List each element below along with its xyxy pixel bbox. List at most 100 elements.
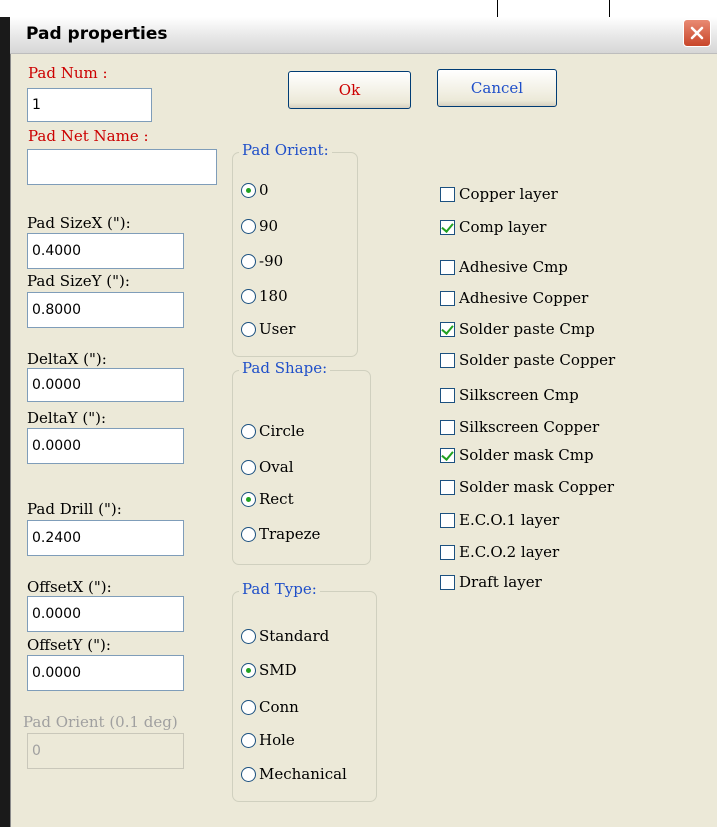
- background-window-edge: [497, 0, 498, 17]
- radio-label: Trapeze: [259, 525, 321, 543]
- checkbox-icon[interactable]: [440, 321, 455, 337]
- radio-pad-shape-oval[interactable]: Oval: [241, 458, 294, 476]
- radio-pad-shape-circle[interactable]: Circle: [241, 422, 305, 440]
- layer-checkbox-silkscreen-copper[interactable]: Silkscreen Copper: [440, 418, 599, 436]
- radio-pad-shape-trapeze[interactable]: Trapeze: [241, 525, 320, 543]
- pad-size-y-input[interactable]: [27, 292, 184, 328]
- cancel-button[interactable]: Cancel: [437, 69, 557, 107]
- delta-y-label: DeltaY ("):: [27, 409, 106, 427]
- pad-size-x-label: Pad SizeX ("):: [27, 214, 131, 232]
- close-button[interactable]: [683, 19, 711, 47]
- radio-label: User: [259, 320, 296, 338]
- layer-checkbox-silkscreen-cmp[interactable]: Silkscreen Cmp: [440, 386, 579, 404]
- layer-checkbox-draft-layer[interactable]: Draft layer: [440, 573, 542, 591]
- radio-pad-orient-user[interactable]: User: [241, 320, 295, 338]
- checkbox-icon[interactable]: [440, 419, 455, 435]
- pad-size-y-label: Pad SizeY ("):: [27, 272, 130, 290]
- layer-label: Solder paste Cmp: [459, 320, 595, 338]
- radio-pad-shape-rect[interactable]: Rect: [241, 490, 294, 508]
- radio-pad-orient-180[interactable]: 180: [241, 287, 288, 305]
- pad-num-input[interactable]: [27, 88, 152, 122]
- radio-label: Hole: [259, 731, 295, 749]
- radio-label: SMD: [259, 661, 297, 679]
- layer-label: E.C.O.1 layer: [459, 511, 560, 529]
- pad-orient-title: Pad Orient:: [239, 141, 332, 159]
- close-icon: [690, 26, 704, 40]
- ok-button[interactable]: Ok: [288, 71, 411, 109]
- radio-pad-orient--90[interactable]: -90: [241, 252, 283, 270]
- layer-checkbox-copper-layer[interactable]: Copper layer: [440, 185, 558, 203]
- background-window-edge: [0, 17, 10, 827]
- layer-label: Silkscreen Copper: [459, 418, 600, 436]
- pad-drill-input[interactable]: [27, 520, 184, 556]
- offset-x-label: OffsetX ("):: [27, 578, 112, 596]
- offset-y-input[interactable]: [27, 655, 184, 691]
- radio-button-icon[interactable]: [241, 662, 256, 678]
- checkbox-icon[interactable]: [440, 219, 455, 235]
- layer-label: Solder mask Cmp: [459, 446, 594, 464]
- radio-button-icon[interactable]: [241, 699, 256, 715]
- layer-label: Silkscreen Cmp: [459, 386, 579, 404]
- layer-label: Draft layer: [459, 573, 542, 591]
- checkbox-icon[interactable]: [440, 186, 455, 202]
- radio-label: Oval: [259, 458, 294, 476]
- layer-checkbox-e-c-o-2-layer[interactable]: E.C.O.2 layer: [440, 543, 559, 561]
- pad-orient-deg-label: Pad Orient (0.1 deg): [23, 713, 178, 731]
- layer-checkbox-e-c-o-1-layer[interactable]: E.C.O.1 layer: [440, 511, 559, 529]
- layer-checkbox-adhesive-cmp[interactable]: Adhesive Cmp: [440, 258, 568, 276]
- checkbox-icon[interactable]: [440, 574, 455, 590]
- layer-label: E.C.O.2 layer: [459, 543, 560, 561]
- pad-type-title: Pad Type:: [239, 580, 320, 598]
- layer-label: Adhesive Copper: [459, 289, 589, 307]
- radio-pad-orient-0[interactable]: 0: [241, 181, 269, 199]
- layer-checkbox-solder-mask-cmp[interactable]: Solder mask Cmp: [440, 446, 594, 464]
- radio-pad-type-standard[interactable]: Standard: [241, 627, 329, 645]
- pad-shape-title: Pad Shape:: [239, 359, 331, 377]
- layer-checkbox-solder-paste-copper[interactable]: Solder paste Copper: [440, 351, 615, 369]
- checkbox-icon[interactable]: [440, 512, 455, 528]
- radio-button-icon[interactable]: [241, 491, 256, 507]
- radio-pad-orient-90[interactable]: 90: [241, 217, 278, 235]
- radio-label: 180: [259, 287, 288, 305]
- delta-x-input[interactable]: [27, 368, 184, 402]
- radio-button-icon[interactable]: [241, 628, 256, 644]
- pad-net-name-label: Pad Net Name :: [28, 127, 149, 145]
- pad-net-name-input[interactable]: [27, 149, 217, 185]
- radio-button-icon[interactable]: [241, 321, 256, 337]
- radio-label: Conn: [259, 698, 299, 716]
- radio-button-icon[interactable]: [241, 218, 256, 234]
- radio-button-icon[interactable]: [241, 459, 256, 475]
- radio-button-icon[interactable]: [241, 253, 256, 269]
- offset-x-input[interactable]: [27, 596, 184, 632]
- radio-button-icon[interactable]: [241, 732, 256, 748]
- layer-checkbox-solder-mask-copper[interactable]: Solder mask Copper: [440, 478, 614, 496]
- radio-button-icon[interactable]: [241, 288, 256, 304]
- radio-button-icon[interactable]: [241, 423, 256, 439]
- radio-pad-type-conn[interactable]: Conn: [241, 698, 299, 716]
- radio-pad-type-hole[interactable]: Hole: [241, 731, 295, 749]
- checkbox-icon[interactable]: [440, 259, 455, 275]
- radio-label: 90: [259, 217, 279, 235]
- checkbox-icon[interactable]: [440, 544, 455, 560]
- title-bar[interactable]: Pad properties: [10, 17, 717, 54]
- checkbox-icon[interactable]: [440, 352, 455, 368]
- checkbox-icon[interactable]: [440, 479, 455, 495]
- delta-x-label: DeltaX ("):: [27, 350, 107, 368]
- layer-checkbox-solder-paste-cmp[interactable]: Solder paste Cmp: [440, 320, 595, 338]
- radio-pad-type-mechanical[interactable]: Mechanical: [241, 765, 347, 783]
- layer-checkbox-comp-layer[interactable]: Comp layer: [440, 218, 546, 236]
- checkbox-icon[interactable]: [440, 290, 455, 306]
- radio-button-icon[interactable]: [241, 526, 256, 542]
- radio-label: -90: [259, 252, 284, 270]
- radio-pad-type-smd[interactable]: SMD: [241, 661, 297, 679]
- pad-size-x-input[interactable]: [27, 233, 184, 269]
- checkbox-icon[interactable]: [440, 447, 455, 463]
- layer-label: Adhesive Cmp: [459, 258, 568, 276]
- checkbox-icon[interactable]: [440, 387, 455, 403]
- radio-label: Mechanical: [259, 765, 347, 783]
- radio-button-icon[interactable]: [241, 182, 256, 198]
- layer-checkbox-adhesive-copper[interactable]: Adhesive Copper: [440, 289, 588, 307]
- offset-y-label: OffsetY ("):: [27, 636, 111, 654]
- radio-button-icon[interactable]: [241, 766, 256, 782]
- delta-y-input[interactable]: [27, 428, 184, 464]
